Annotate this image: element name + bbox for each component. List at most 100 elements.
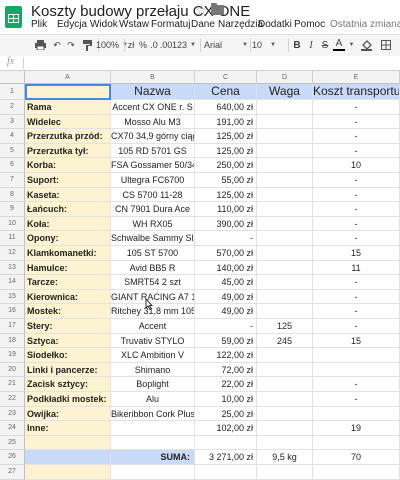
table-cell[interactable]: 245	[257, 333, 313, 349]
menu-addons[interactable]: Dodatki	[258, 19, 292, 30]
table-cell[interactable]	[257, 362, 313, 378]
table-cell[interactable]: CX70 34,9 górny ciąg	[111, 129, 195, 144]
table-cell[interactable]: Inne:	[25, 421, 111, 436]
sum-cost-cell[interactable]: 3 271,00 zł	[195, 450, 257, 465]
header-cell-nazwa[interactable]: Nazwa	[111, 84, 195, 100]
table-cell[interactable]	[313, 406, 400, 422]
row-header[interactable]: 27	[0, 465, 25, 480]
row-header[interactable]: 9	[0, 202, 25, 217]
menu-view[interactable]: Widok	[90, 19, 118, 30]
selected-cell[interactable]	[25, 84, 111, 100]
column-header[interactable]: A	[25, 71, 111, 84]
row-header[interactable]: 11	[0, 231, 25, 246]
table-cell[interactable]: Klamkomanetki:	[25, 246, 111, 261]
table-cell[interactable]	[257, 421, 313, 436]
table-cell[interactable]: Stery:	[25, 319, 111, 334]
table-cell[interactable]: 15	[313, 333, 400, 349]
table-cell[interactable]: 125	[257, 319, 313, 334]
table-cell[interactable]: 19	[313, 421, 400, 436]
table-cell[interactable]: XLC Ambition V	[111, 348, 195, 363]
row-header[interactable]: 24	[0, 421, 25, 436]
row-header[interactable]: 23	[0, 406, 25, 422]
table-cell[interactable]: 49,00 zł	[195, 304, 257, 319]
column-header[interactable]: C	[195, 71, 257, 84]
table-cell[interactable]	[257, 275, 313, 290]
increase-decimals-button[interactable]: .00	[160, 38, 173, 52]
table-cell[interactable]: Przerzutka przód:	[25, 129, 111, 144]
table-cell[interactable]	[257, 114, 313, 130]
text-color-button[interactable]: A	[333, 38, 345, 51]
table-cell[interactable]: Shimano	[111, 362, 195, 378]
table-cell[interactable]: Koła:	[25, 216, 111, 232]
table-cell[interactable]: FSA Gossamer 50/34T	[111, 158, 195, 173]
row-header[interactable]: 3	[0, 114, 25, 130]
table-cell[interactable]	[257, 143, 313, 159]
table-cell[interactable]	[257, 392, 313, 407]
header-cell-koszt-transportu[interactable]: Koszt transportu	[313, 84, 400, 100]
table-cell[interactable]: 140,00 zł	[195, 260, 257, 276]
table-cell[interactable]	[111, 421, 195, 436]
font-family-select[interactable]: Arial ▼	[204, 38, 248, 52]
table-cell[interactable]: 191,00 zł	[195, 114, 257, 130]
table-cell[interactable]: -	[195, 231, 257, 246]
table-cell[interactable]: Avid BB5 R	[111, 260, 195, 276]
table-cell[interactable]	[111, 465, 195, 480]
row-header[interactable]: 20	[0, 362, 25, 378]
table-cell[interactable]: 570,00 zł	[195, 246, 257, 261]
sum-transport-cell[interactable]: 70	[313, 450, 400, 465]
table-cell[interactable]: Accent CX ONE r. S	[111, 100, 195, 115]
table-cell[interactable]: Schwalbe Sammy Slick	[111, 231, 195, 246]
table-cell[interactable]: WH RX05	[111, 216, 195, 232]
table-cell[interactable]	[25, 465, 111, 480]
table-cell[interactable]	[257, 158, 313, 173]
paint-format-icon[interactable]	[81, 38, 93, 52]
table-cell[interactable]: Opony:	[25, 231, 111, 246]
menu-help[interactable]: Pomoc	[294, 19, 325, 30]
table-cell[interactable]: -	[313, 100, 400, 115]
table-cell[interactable]: Ritchey 31,8 mm 105	[111, 304, 195, 319]
fill-color-icon[interactable]	[360, 38, 372, 52]
table-cell[interactable]: Mosso Alu M3	[111, 114, 195, 130]
font-size-select[interactable]: 10 ▼	[252, 38, 276, 52]
table-cell[interactable]	[257, 100, 313, 115]
table-cell[interactable]	[313, 465, 400, 480]
row-header[interactable]: 7	[0, 173, 25, 188]
table-cell[interactable]	[257, 406, 313, 422]
table-cell[interactable]: Boplight	[111, 377, 195, 392]
decrease-decimals-button[interactable]: .0	[149, 38, 159, 52]
menu-edit[interactable]: Edycja	[57, 19, 87, 30]
row-header[interactable]: 10	[0, 216, 25, 232]
table-cell[interactable]: 11	[313, 260, 400, 276]
table-cell[interactable]	[313, 435, 400, 451]
table-cell[interactable]	[25, 450, 111, 465]
table-cell[interactable]: 25,00 zł	[195, 406, 257, 422]
table-cell[interactable]: -	[313, 289, 400, 305]
table-cell[interactable]: Kaseta:	[25, 187, 111, 203]
table-cell[interactable]	[257, 231, 313, 246]
row-header[interactable]: 16	[0, 304, 25, 319]
table-cell[interactable]: Kierownica:	[25, 289, 111, 305]
table-cell[interactable]: -	[313, 173, 400, 188]
row-header[interactable]: 14	[0, 275, 25, 290]
select-all-corner[interactable]	[0, 71, 25, 84]
table-cell[interactable]	[313, 348, 400, 363]
menu-format[interactable]: Formatuj	[151, 19, 190, 30]
table-cell[interactable]: Sztyca:	[25, 333, 111, 349]
table-cell[interactable]: 102,00 zł	[195, 421, 257, 436]
row-header[interactable]: 22	[0, 392, 25, 407]
table-cell[interactable]: -	[313, 231, 400, 246]
table-cell[interactable]: -	[313, 129, 400, 144]
table-cell[interactable]	[111, 435, 195, 451]
table-cell[interactable]: SMRT54 2 szt	[111, 275, 195, 290]
table-cell[interactable]	[257, 377, 313, 392]
table-cell[interactable]	[257, 246, 313, 261]
table-cell[interactable]: Rama	[25, 100, 111, 115]
redo-icon[interactable]: ↷	[65, 38, 77, 52]
table-cell[interactable]	[195, 435, 257, 451]
currency-format-button[interactable]: zł	[126, 38, 136, 52]
table-cell[interactable]: Przerzutka tył:	[25, 143, 111, 159]
menu-tools[interactable]: Narzędzia	[218, 19, 263, 30]
table-cell[interactable]: 250,00 zł	[195, 158, 257, 173]
table-cell[interactable]: 125,00 zł	[195, 143, 257, 159]
table-cell[interactable]: 105 ST 5700	[111, 246, 195, 261]
